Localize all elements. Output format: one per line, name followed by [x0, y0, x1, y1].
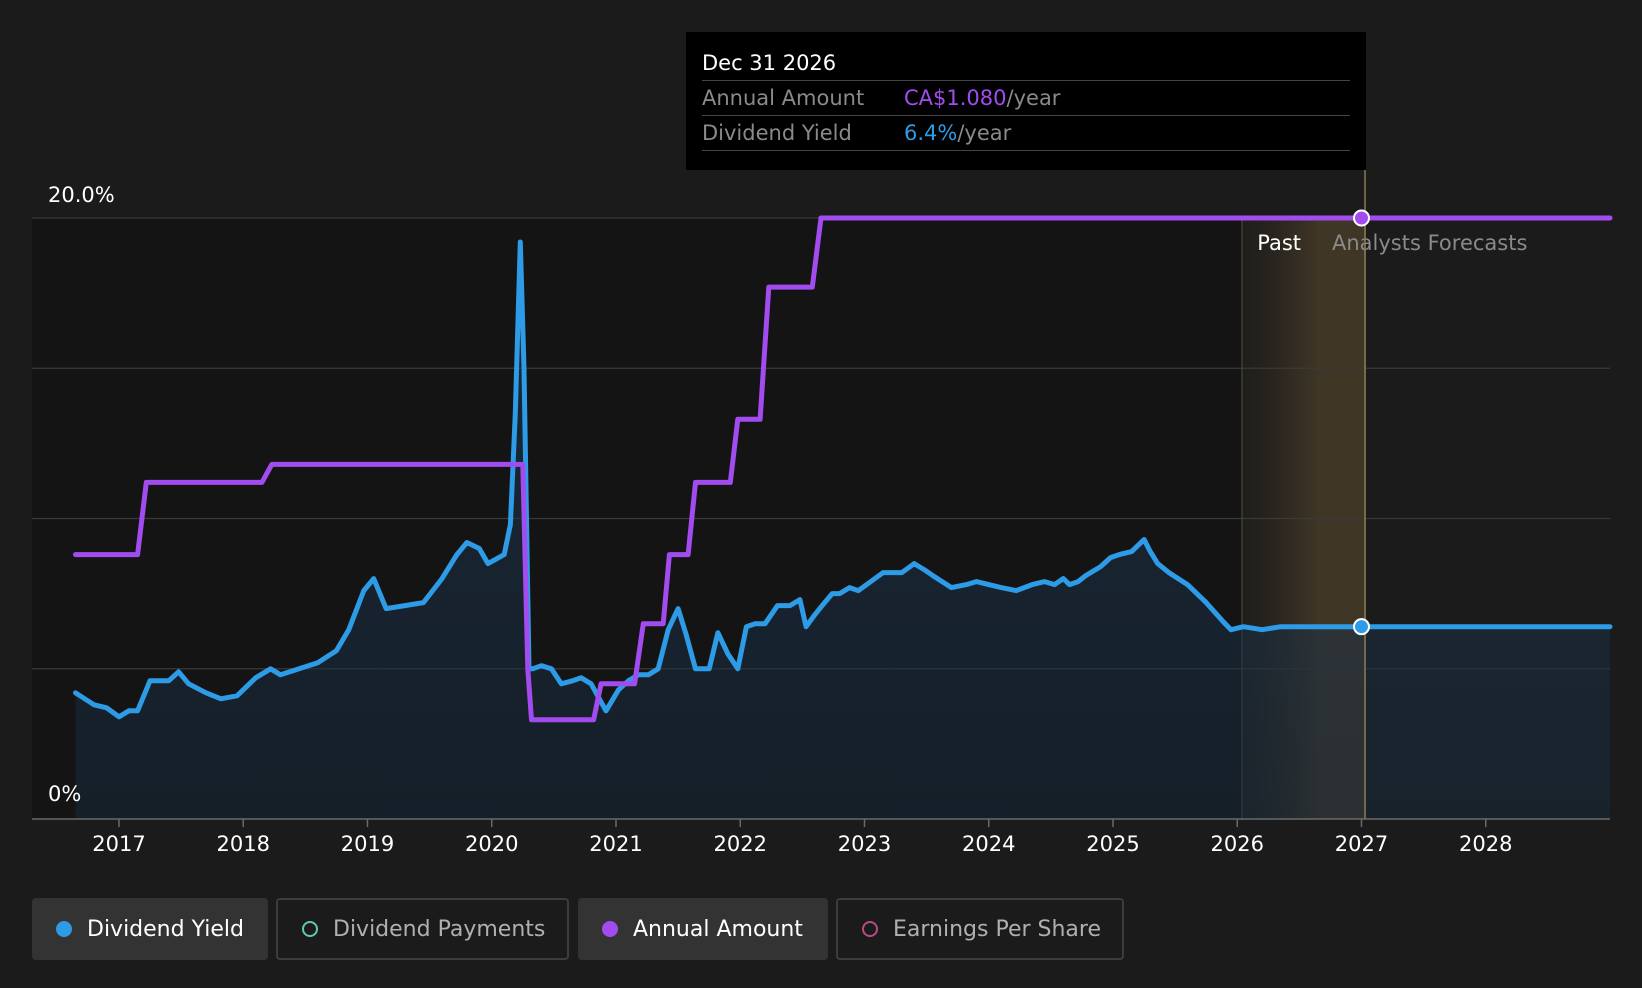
tooltip-date: Dec 31 2026 [702, 46, 1350, 81]
legend-label: Annual Amount [633, 916, 803, 942]
x-tick-label: 2023 [838, 832, 891, 856]
ring-dot-icon [862, 921, 878, 937]
x-tick-label: 2020 [465, 832, 518, 856]
tooltip-row-dividend-yield: Dividend Yield 6.4% /year [702, 116, 1350, 151]
forecast-label: Analysts Forecasts [1332, 231, 1527, 255]
past-label: Past [1257, 231, 1301, 255]
y-tick-top: 20.0% [48, 183, 115, 207]
x-tick-label: 2021 [589, 832, 642, 856]
tooltip-row-annual-amount: Annual Amount CA$1.080 /year [702, 81, 1350, 116]
legend-dividend-yield[interactable]: Dividend Yield [32, 898, 268, 960]
tooltip-unit: /year [1006, 86, 1061, 110]
x-tick-label: 2019 [341, 832, 394, 856]
x-tick-label: 2025 [1086, 832, 1139, 856]
dividend-yield-marker [1352, 618, 1370, 636]
tooltip-value: CA$1.080 [904, 86, 1007, 110]
annual-amount-marker [1352, 209, 1370, 227]
filled-dot-icon [56, 921, 72, 937]
tooltip-label: Annual Amount [702, 86, 865, 110]
x-tick-label: 2022 [714, 832, 767, 856]
ring-dot-icon [302, 921, 318, 937]
legend-earnings-per-share[interactable]: Earnings Per Share [836, 898, 1124, 960]
x-tick-label: 2027 [1335, 832, 1388, 856]
x-tick-label: 2018 [217, 832, 270, 856]
legend-label: Dividend Payments [333, 916, 546, 942]
x-tick-label: 2026 [1211, 832, 1264, 856]
x-tick-label: 2028 [1459, 832, 1512, 856]
legend-label: Dividend Yield [87, 916, 244, 942]
x-axis: 2017 2018 2019 2020 2021 2022 2023 2024 2025 2026… [32, 818, 1610, 856]
tooltip: Dec 31 2026 Annual Amount CA$1.080 /year… [686, 32, 1366, 170]
y-tick-bottom: 0% [48, 782, 81, 806]
x-tick-label: 2024 [962, 832, 1015, 856]
tooltip-label: Dividend Yield [702, 121, 852, 145]
tooltip-unit: /year [957, 121, 1012, 145]
legend-label: Earnings Per Share [893, 916, 1102, 942]
legend-dividend-payments[interactable]: Dividend Payments [276, 898, 569, 960]
tooltip-value: 6.4% [904, 121, 958, 145]
x-tick-label: 2017 [92, 832, 145, 856]
filled-dot-icon [602, 921, 618, 937]
legend-annual-amount[interactable]: Annual Amount [578, 898, 828, 960]
